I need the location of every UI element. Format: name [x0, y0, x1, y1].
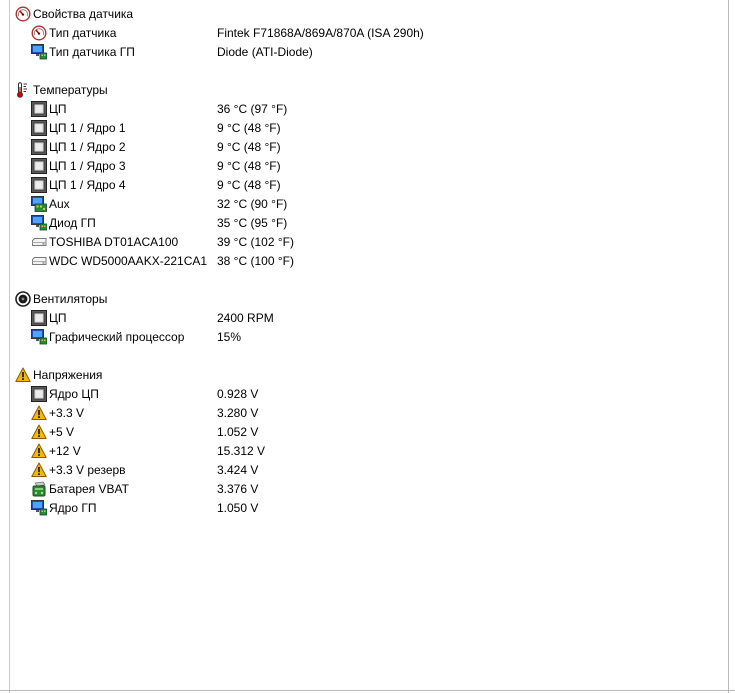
sensor-label: Графический процессор [49, 330, 185, 344]
sensor-label: ЦП [49, 311, 67, 325]
section-header[interactable]: Свойства датчика [0, 4, 720, 23]
monitor-icon [31, 500, 47, 516]
sensor-value: Fintek F71868A/869A/870A (ISA 290h) [217, 26, 424, 40]
sensor-value: 3.376 V [217, 482, 259, 496]
sensor-label: ЦП 1 / Ядро 4 [49, 178, 126, 192]
sensor-value: 15.312 V [217, 444, 266, 458]
sensor-value: 2400 RPM [217, 311, 274, 325]
monitor-icon [31, 44, 47, 60]
sensor-label: +12 V [49, 444, 81, 458]
sensor-row[interactable]: Графический процессор 15% [0, 327, 720, 346]
sensor-row[interactable]: Ядро ЦП 0.928 V [0, 384, 720, 403]
sensor-label: Батарея VBAT [49, 482, 129, 496]
sensor-label: WDC WD5000AAKX-221CA1 [49, 254, 208, 268]
sensor-label: Диод ГП [49, 216, 96, 230]
sensor-label: Ядро ЦП [49, 387, 99, 401]
section-title: Температуры [33, 83, 108, 97]
sensor-row[interactable]: Тип датчика Fintek F71868A/869A/870A (ISA… [0, 23, 720, 42]
sensor-value: 0.928 V [217, 387, 259, 401]
sensor-value: 15% [217, 330, 242, 344]
section-title: Вентиляторы [33, 292, 108, 306]
sensor-value: 1.052 V [217, 425, 259, 439]
sensor-row[interactable]: +12 V 15.312 V [0, 441, 720, 460]
gauge-icon [15, 6, 31, 22]
section-header[interactable]: Вентиляторы [0, 289, 720, 308]
sensor-row[interactable]: ЦП 1 / Ядро 1 9 °C (48 °F) [0, 118, 720, 137]
sensor-row[interactable]: WDC WD5000AAKX-221CA1 38 °C (100 °F) [0, 251, 720, 270]
sensor-value: 9 °C (48 °F) [217, 121, 281, 135]
sensor-row[interactable]: Aux 32 °C (90 °F) [0, 194, 720, 213]
sensor-label: Aux [49, 197, 70, 211]
sensor-value: 9 °C (48 °F) [217, 140, 281, 154]
gauge-icon [31, 25, 47, 41]
section-header[interactable]: Температуры [0, 80, 720, 99]
sensor-list-panel: Свойства датчика Тип датчика Fintek F71868… [0, 0, 735, 693]
section-header[interactable]: Напряжения [0, 365, 720, 384]
sensor-label: Ядро ГП [49, 501, 97, 515]
sensor-label: ЦП 1 / Ядро 1 [49, 121, 126, 135]
sensor-row[interactable]: Диод ГП 35 °C (95 °F) [0, 213, 720, 232]
sensor-row[interactable]: ЦП 36 °C (97 °F) [0, 99, 720, 118]
section-title: Свойства датчика [33, 7, 134, 21]
sensor-row[interactable]: ЦП 1 / Ядро 4 9 °C (48 °F) [0, 175, 720, 194]
sensor-row[interactable]: +5 V 1.052 V [0, 422, 720, 441]
sensor-row[interactable]: ЦП 1 / Ядро 3 9 °C (48 °F) [0, 156, 720, 175]
hard-drive-icon [31, 253, 47, 269]
hard-drive-icon [31, 234, 47, 250]
panel-bottom-border [0, 690, 735, 691]
cpu-chip-icon [31, 101, 47, 117]
warning-icon [31, 462, 47, 478]
cpu-chip-icon [31, 177, 47, 193]
sensor-row[interactable]: ЦП 2400 RPM [0, 308, 720, 327]
warning-icon [31, 443, 47, 459]
sensor-value: Diode (ATI-Diode) [217, 45, 313, 59]
battery-icon [31, 481, 47, 497]
sensor-label: TOSHIBA DT01ACA100 [49, 235, 179, 249]
panel-right-border [728, 0, 729, 693]
monitor-icon [31, 215, 47, 231]
cpu-chip-icon [31, 386, 47, 402]
sensor-rows: Свойства датчика Тип датчика Fintek F71868… [0, 4, 720, 517]
warning-icon [15, 367, 31, 383]
cpu-chip-icon [31, 158, 47, 174]
sensor-label: Тип датчика [49, 26, 117, 40]
sensor-row[interactable]: Тип датчика ГП Diode (ATI-Diode) [0, 42, 720, 61]
sensor-row[interactable]: Батарея VBAT 3.376 V [0, 479, 720, 498]
sensor-value: 39 °C (102 °F) [217, 235, 294, 249]
sensor-label: ЦП 1 / Ядро 3 [49, 159, 126, 173]
thermometer-icon [15, 82, 31, 98]
motherboard-icon [31, 196, 47, 212]
cpu-chip-icon [31, 120, 47, 136]
sensor-row[interactable]: +3.3 V 3.280 V [0, 403, 720, 422]
sensor-value: 32 °C (90 °F) [217, 197, 288, 211]
sensor-row[interactable]: Ядро ГП 1.050 V [0, 498, 720, 517]
sensor-value: 9 °C (48 °F) [217, 178, 281, 192]
warning-icon [31, 424, 47, 440]
sensor-value: 35 °C (95 °F) [217, 216, 288, 230]
sensor-value: 1.050 V [217, 501, 259, 515]
sensor-value: 36 °C (97 °F) [217, 102, 288, 116]
sensor-label: Тип датчика ГП [49, 45, 135, 59]
sensor-label: +3.3 V [49, 406, 85, 420]
sensor-label: +3.3 V резерв [49, 463, 126, 477]
sensor-label: ЦП [49, 102, 67, 116]
monitor-icon [31, 329, 47, 345]
sensor-label: +5 V [49, 425, 75, 439]
warning-icon [31, 405, 47, 421]
cpu-chip-icon [31, 310, 47, 326]
section-title: Напряжения [33, 368, 103, 382]
sensor-row[interactable]: ЦП 1 / Ядро 2 9 °C (48 °F) [0, 137, 720, 156]
cpu-chip-icon [31, 139, 47, 155]
sensor-label: ЦП 1 / Ядро 2 [49, 140, 126, 154]
sensor-value: 3.280 V [217, 406, 259, 420]
sensor-row[interactable]: TOSHIBA DT01ACA100 39 °C (102 °F) [0, 232, 720, 251]
sensor-value: 3.424 V [217, 463, 259, 477]
sensor-value: 9 °C (48 °F) [217, 159, 281, 173]
sensor-row[interactable]: +3.3 V резерв 3.424 V [0, 460, 720, 479]
sensor-value: 38 °C (100 °F) [217, 254, 294, 268]
fan-icon [15, 291, 31, 307]
